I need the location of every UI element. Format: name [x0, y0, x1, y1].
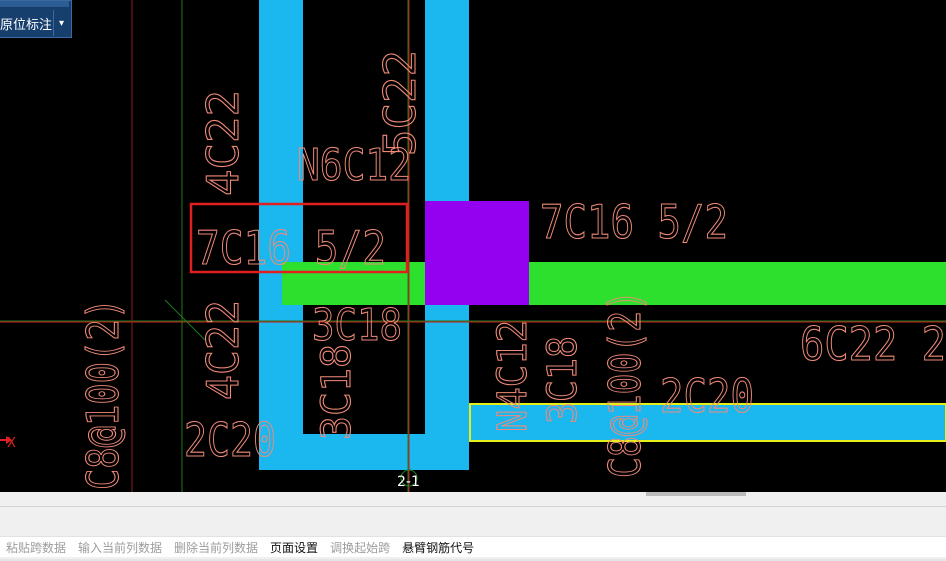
annotation-text[interactable]: C8@100(2)	[599, 289, 651, 478]
annotation-text[interactable]: 3C18	[313, 343, 360, 440]
annotation-text[interactable]: 7C16 5/2	[195, 220, 386, 275]
section-marker-label: 2-1	[397, 474, 420, 490]
menu-item-swap-start-span[interactable]: 调换起始跨	[324, 539, 396, 556]
annotation-mode-label[interactable]: 原位标注	[0, 14, 52, 33]
annotation-text[interactable]: 4C22	[197, 89, 249, 196]
panel-divider	[0, 506, 946, 507]
beam-bottom-horizontal[interactable]	[259, 434, 469, 470]
annotation-text[interactable]: C8@100(2)	[77, 297, 129, 490]
cad-drawing-canvas[interactable]: 5C22 4C22 N6C12 7C16 5/2 7C16 5/2 3C18 C…	[0, 0, 946, 492]
annotation-text[interactable]: 7C16 5/2	[539, 194, 728, 249]
annotation-text[interactable]: 2C20	[183, 412, 276, 467]
menu-item-delete-column-data[interactable]: 删除当前列数据	[168, 539, 264, 556]
context-menu-bar: 粘贴跨数据 输入当前列数据 删除当前列数据 页面设置 调换起始跨 悬臂钢筋代号	[0, 536, 946, 557]
annotation-text[interactable]: 2C20	[659, 368, 754, 423]
cad-drawing[interactable]: 5C22 4C22 N6C12 7C16 5/2 7C16 5/2 3C18 C…	[0, 0, 946, 492]
annotation-text[interactable]: 6C22 2	[799, 316, 946, 371]
annotation-text[interactable]: N6C12	[296, 139, 411, 191]
chevron-down-icon[interactable]: ▾	[53, 10, 69, 36]
annotation-text[interactable]: N4C12	[489, 319, 536, 432]
menu-item-cantilever-rebar-code[interactable]: 悬臂钢筋代号	[396, 539, 480, 556]
menu-item-input-column-data[interactable]: 输入当前列数据	[72, 539, 168, 556]
column-purple[interactable]	[425, 201, 529, 305]
floating-toolbar[interactable]: 原位标注 ▾	[0, 0, 72, 38]
menu-item-page-setup[interactable]: 页面设置	[264, 539, 324, 556]
annotation-text[interactable]: 3C18	[539, 335, 586, 424]
menu-item-paste-span-data[interactable]: 粘贴跨数据	[0, 539, 72, 556]
annotation-text[interactable]: 3C18	[311, 299, 402, 351]
beam-green-right[interactable]	[529, 262, 946, 305]
toolbar-strip	[0, 1, 69, 7]
x-axis-label: X	[7, 436, 16, 451]
annotation-text[interactable]: 4C22	[197, 299, 249, 400]
bottom-panel: 粘贴跨数据 输入当前列数据 删除当前列数据 页面设置 调换起始跨 悬臂钢筋代号	[0, 492, 946, 561]
splitter-handle[interactable]	[646, 492, 746, 496]
